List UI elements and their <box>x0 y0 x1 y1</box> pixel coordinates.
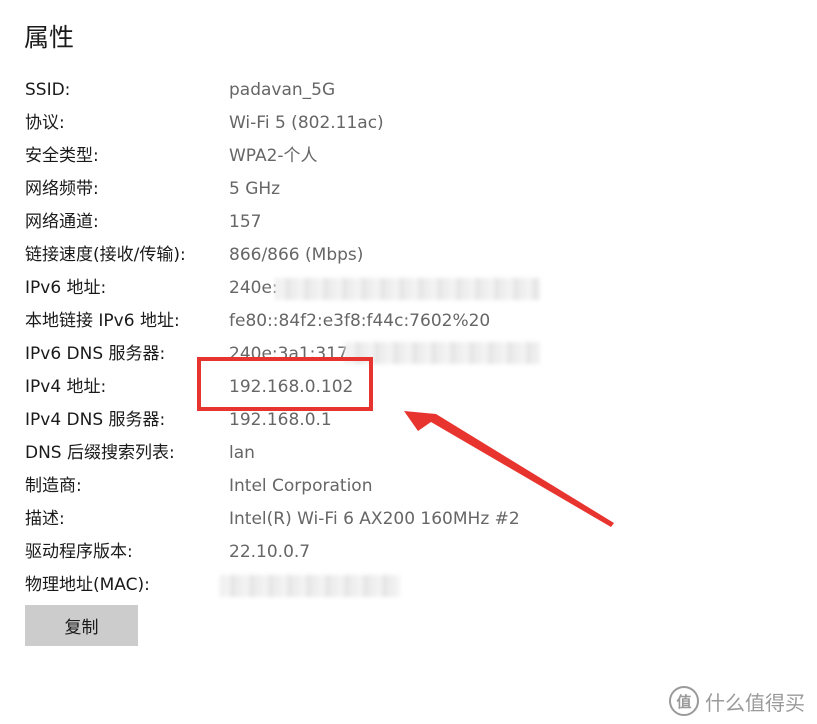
property-row-network-channel: 网络通道: 157 <box>0 206 817 239</box>
redacted-value-blur <box>345 342 540 364</box>
property-row-ipv6-address: IPv6 地址: 240e: <box>0 272 817 305</box>
property-label: 驱动程序版本: <box>25 542 133 562</box>
property-label: IPv4 地址: <box>25 377 107 397</box>
property-label: 网络频带: <box>25 179 99 199</box>
property-value: Intel Corporation <box>229 476 373 496</box>
property-value: fe80::84f2:e3f8:f44c:7602%20 <box>229 311 491 331</box>
property-row-link-local-ipv6: 本地链接 IPv6 地址: fe80::84f2:e3f8:f44c:7602%… <box>0 305 817 338</box>
redacted-value-blur <box>275 278 540 300</box>
property-row-driver-version: 驱动程序版本: 22.10.0.7 <box>0 536 817 569</box>
property-value: WPA2-个人 <box>229 146 318 166</box>
property-row-description: 描述: Intel(R) Wi-Fi 6 AX200 160MHz #2 <box>0 503 817 536</box>
property-value: 866/866 (Mbps) <box>229 245 364 265</box>
property-label: IPv6 DNS 服务器: <box>25 344 166 364</box>
property-label: 链接速度(接收/传输): <box>25 245 186 265</box>
property-row-ssid: SSID: padavan_5G <box>0 74 817 107</box>
property-row-ipv4-dns: IPv4 DNS 服务器: 192.168.0.1 <box>0 404 817 437</box>
property-label: 描述: <box>25 509 65 529</box>
property-value: Intel(R) Wi-Fi 6 AX200 160MHz #2 <box>229 509 520 529</box>
property-row-dns-suffix: DNS 后缀搜索列表: lan <box>0 437 817 470</box>
property-label: 制造商: <box>25 476 82 496</box>
property-row-security-type: 安全类型: WPA2-个人 <box>0 140 817 173</box>
property-row-ipv6-dns: IPv6 DNS 服务器: 240e:3a1:317:9( <box>0 338 817 371</box>
property-value: 22.10.0.7 <box>229 542 311 562</box>
property-row-mac-address: 物理地址(MAC): <box>0 569 817 602</box>
property-value: Wi-Fi 5 (802.11ac) <box>229 113 384 133</box>
property-label: SSID: <box>25 80 71 100</box>
property-label: IPv6 地址: <box>25 278 107 298</box>
property-label: IPv4 DNS 服务器: <box>25 410 166 430</box>
property-label: 物理地址(MAC): <box>25 575 150 595</box>
property-label: 协议: <box>25 113 65 133</box>
property-value: 157 <box>229 212 262 232</box>
property-label: DNS 后缀搜索列表: <box>25 443 175 463</box>
copy-button[interactable]: 复制 <box>25 605 138 646</box>
watermark: 值 什么值得买 <box>669 686 805 716</box>
property-value: 192.168.0.102 <box>229 377 354 397</box>
property-value: lan <box>229 443 255 463</box>
watermark-logo-icon: 值 <box>669 686 699 716</box>
page-title: 属性 <box>24 23 75 52</box>
properties-list: SSID: padavan_5G 协议: Wi-Fi 5 (802.11ac) … <box>0 74 817 602</box>
property-value: 240e: <box>229 278 278 298</box>
property-value: 192.168.0.1 <box>229 410 332 430</box>
property-row-manufacturer: 制造商: Intel Corporation <box>0 470 817 503</box>
redacted-value-blur <box>220 575 400 597</box>
property-value: 5 GHz <box>229 179 281 199</box>
property-label: 安全类型: <box>25 146 99 166</box>
property-value: padavan_5G <box>229 80 336 100</box>
property-row-ipv4-address: IPv4 地址: 192.168.0.102 <box>0 371 817 404</box>
property-label: 本地链接 IPv6 地址: <box>25 311 180 331</box>
property-label: 网络通道: <box>25 212 99 232</box>
property-row-link-speed: 链接速度(接收/传输): 866/866 (Mbps) <box>0 239 817 272</box>
property-row-network-band: 网络频带: 5 GHz <box>0 173 817 206</box>
property-row-protocol: 协议: Wi-Fi 5 (802.11ac) <box>0 107 817 140</box>
watermark-text: 什么值得买 <box>705 690 805 715</box>
